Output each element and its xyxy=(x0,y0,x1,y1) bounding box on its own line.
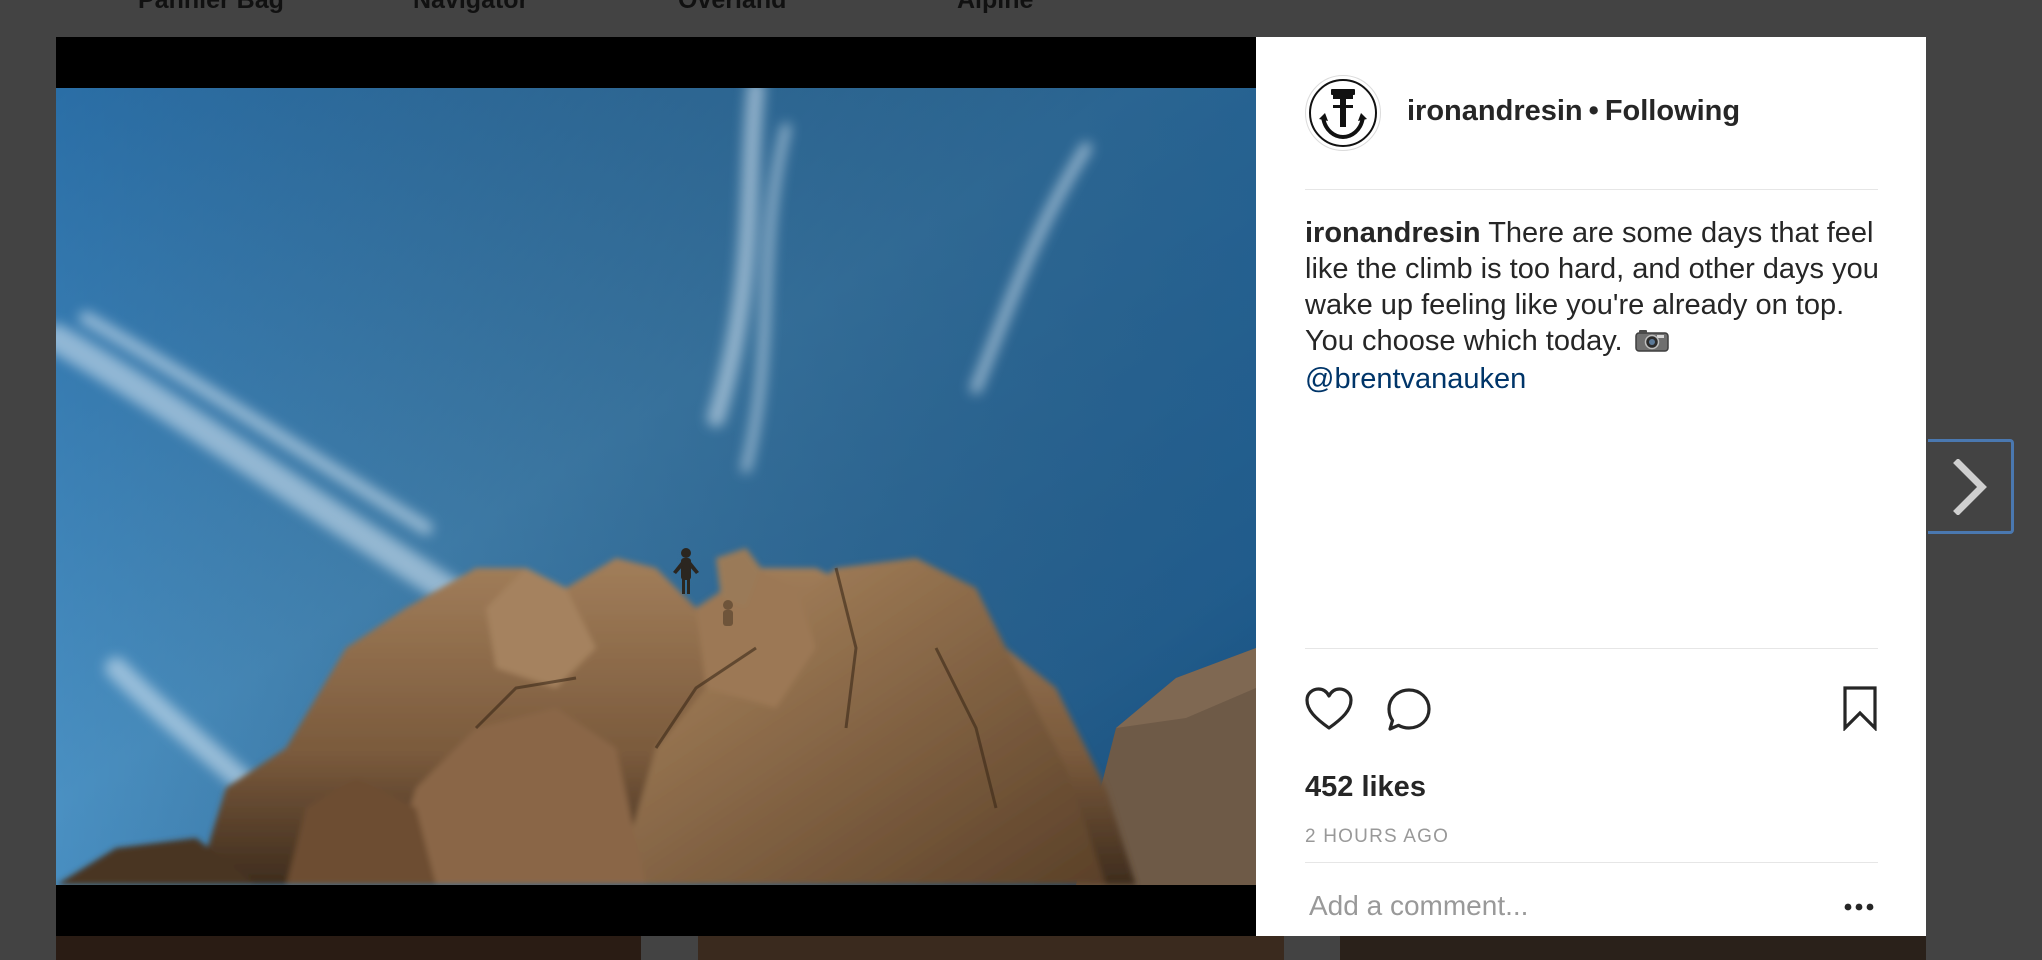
post-photo-image xyxy=(56,88,1256,885)
background-grid-tile xyxy=(698,936,1284,960)
anchor-logo-icon xyxy=(1309,79,1377,147)
bookmark-icon xyxy=(1843,686,1877,732)
comment-input[interactable] xyxy=(1305,886,1813,926)
more-options-button[interactable] xyxy=(1839,897,1879,917)
comment-button[interactable] xyxy=(1386,687,1432,733)
post-photo[interactable] xyxy=(56,88,1256,885)
post-details-panel: ironandresin • Following ironandresin Ther… xyxy=(1256,37,1926,936)
save-button[interactable] xyxy=(1842,685,1878,732)
following-button[interactable]: Following xyxy=(1605,95,1740,127)
chevron-right-icon xyxy=(1952,458,1987,515)
post-media xyxy=(56,37,1256,936)
like-button[interactable] xyxy=(1305,687,1353,731)
background-grid-tile xyxy=(56,936,641,960)
background-nav: Pannier Bag Navigator Overland Alpine xyxy=(0,0,2042,38)
post-header: ironandresin • Following xyxy=(1305,75,1878,190)
heart-icon xyxy=(1305,687,1353,730)
comment-divider xyxy=(1305,862,1878,863)
post-caption: ironandresin There are some days that fe… xyxy=(1305,215,1885,397)
background-grid-tile xyxy=(1340,936,1926,960)
ellipsis-icon xyxy=(1844,903,1874,911)
camera-icon xyxy=(1634,325,1669,361)
post-modal: ironandresin • Following ironandresin Ther… xyxy=(56,37,1926,936)
post-header-text: ironandresin • Following xyxy=(1407,95,1740,128)
bg-nav-item-alpine: Alpine xyxy=(957,0,1034,14)
caption-username-link[interactable]: ironandresin xyxy=(1305,217,1481,249)
bg-nav-item-navigator: Navigator xyxy=(413,0,529,14)
actions-divider xyxy=(1305,648,1878,649)
header-username-link[interactable]: ironandresin xyxy=(1407,95,1583,127)
bg-nav-item-pannier-bag: Pannier Bag xyxy=(138,0,284,14)
post-timestamp: 2 HOURS AGO xyxy=(1305,826,1450,847)
next-post-button[interactable] xyxy=(1928,439,2014,534)
mention-link[interactable]: @brentvanauken xyxy=(1305,361,1885,397)
avatar[interactable] xyxy=(1305,75,1381,151)
speech-bubble-icon xyxy=(1387,688,1431,731)
header-separator: • xyxy=(1588,95,1599,127)
likes-count[interactable]: 452 likes xyxy=(1305,771,1426,804)
bg-nav-item-overland: Overland xyxy=(678,0,787,14)
